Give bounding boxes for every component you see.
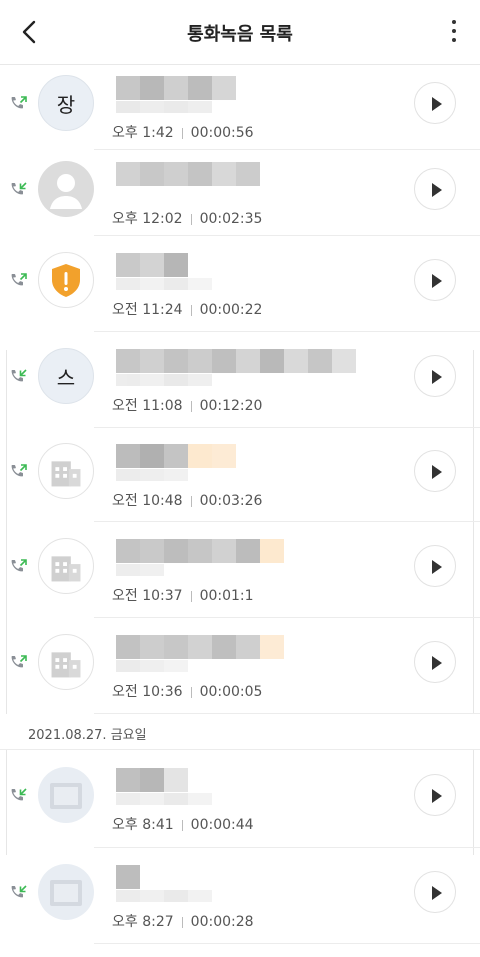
call-list-item[interactable]: 장오후 1:42 00:00:56 [0,64,480,150]
play-button[interactable] [414,641,456,683]
outgoing-call-icon [10,653,28,671]
meta-divider [181,819,183,831]
building-avatar-icon [38,443,94,499]
photo-avatar-icon [38,767,94,823]
play-button[interactable] [414,450,456,492]
call-list-item[interactable]: 오후 12:02 00:02:35 [0,150,480,236]
call-duration: 00:00:44 [190,817,254,833]
call-meta: 오전 10:48 00:03:26 [112,490,262,510]
contact-name-redacted [116,768,188,792]
call-duration: 00:00:05 [199,684,263,700]
call-list-item[interactable]: 오전 10:36 00:00:05 [0,618,480,714]
play-button[interactable] [414,774,456,816]
contact-name-redacted [116,865,140,889]
meta-divider [190,213,192,225]
call-list-item[interactable]: 스오전 11:08 00:12:20 [0,332,480,428]
meta-divider [190,304,192,316]
more-options-icon[interactable] [450,20,458,46]
phone-number-redacted [116,469,188,481]
call-list-item[interactable]: 오전 10:37 00:01:1 [0,522,480,618]
call-meta: 오후 1:42 00:00:56 [112,122,254,142]
call-time: 오전 10:48 [112,493,183,509]
call-time: 오후 8:41 [112,817,174,833]
app-header: 통화녹음 목록 [0,0,480,65]
call-meta: 오전 10:37 00:01:1 [112,585,254,605]
play-button[interactable] [414,355,456,397]
call-duration: 00:00:22 [199,302,263,318]
contact-name-redacted [116,539,284,563]
meta-divider [190,686,192,698]
meta-divider [190,495,192,507]
call-duration: 00:00:56 [190,125,254,141]
call-duration: 00:01:1 [199,588,254,604]
phone-number-redacted [116,660,188,672]
incoming-call-icon [10,180,28,198]
call-meta: 오후 8:27 00:00:28 [112,911,254,931]
call-duration: 00:00:28 [190,914,254,930]
avatar-initial: 장 [56,92,76,117]
play-button[interactable] [414,871,456,913]
call-meta: 오전 11:24 00:00:22 [112,299,262,319]
shield-avatar-icon [38,252,94,308]
incoming-call-icon [10,883,28,901]
contact-name-redacted [116,444,236,468]
outgoing-call-icon [10,271,28,289]
incoming-call-icon [10,786,28,804]
phone-number-redacted [116,278,212,290]
phone-number-redacted [116,793,212,805]
call-time: 오전 10:36 [112,684,183,700]
call-list-item[interactable]: 오전 10:48 00:03:26 [0,428,480,522]
call-time: 오후 8:27 [112,914,174,930]
outgoing-call-icon [10,557,28,575]
call-time: 오후 1:42 [112,125,174,141]
avatar-initial: 스 [56,365,76,390]
play-button[interactable] [414,545,456,587]
contact-name-redacted [116,76,236,100]
building-avatar-icon [38,634,94,690]
phone-number-redacted [116,101,212,113]
incoming-call-icon [10,367,28,385]
contact-avatar: 장 [38,75,94,131]
page-title: 통화녹음 목록 [187,24,293,45]
person-avatar-icon [38,161,94,217]
call-meta: 오전 10:36 00:00:05 [112,681,262,701]
row-divider [94,943,480,944]
photo-avatar-icon [38,864,94,920]
play-button[interactable] [414,168,456,210]
play-button[interactable] [414,259,456,301]
call-time: 오전 11:08 [112,398,183,414]
contact-name-redacted [116,635,284,659]
call-duration: 00:02:35 [199,211,263,227]
meta-divider [190,590,192,602]
outgoing-call-icon [10,462,28,480]
date-separator: 2021.08.27. 금요일 [0,714,480,750]
contact-avatar: 스 [38,348,94,404]
call-meta: 오후 12:02 00:02:35 [112,208,262,228]
outgoing-call-icon [10,94,28,112]
meta-divider [181,916,183,928]
contact-name-redacted [116,162,260,186]
phone-number-redacted [116,564,164,576]
meta-divider [181,127,183,139]
date-label: 2021.08.27. 금요일 [28,728,147,743]
phone-number-redacted [116,890,212,902]
building-avatar-icon [38,538,94,594]
contact-name-redacted [116,253,188,277]
meta-divider [190,400,192,412]
call-duration: 00:12:20 [199,398,263,414]
call-list-item[interactable]: 오후 8:27 00:00:28 [0,848,480,944]
call-list-item[interactable]: 오전 11:24 00:00:22 [0,236,480,332]
play-button[interactable] [414,82,456,124]
phone-number-redacted [116,374,212,386]
call-list-item[interactable]: 오후 8:41 00:00:44 [0,750,480,848]
call-duration: 00:03:26 [199,493,263,509]
call-meta: 오전 11:08 00:12:20 [112,395,262,415]
contact-name-redacted [116,349,356,373]
call-time: 오후 12:02 [112,211,183,227]
call-time: 오전 11:24 [112,302,183,318]
call-time: 오전 10:37 [112,588,183,604]
call-meta: 오후 8:41 00:00:44 [112,814,254,834]
